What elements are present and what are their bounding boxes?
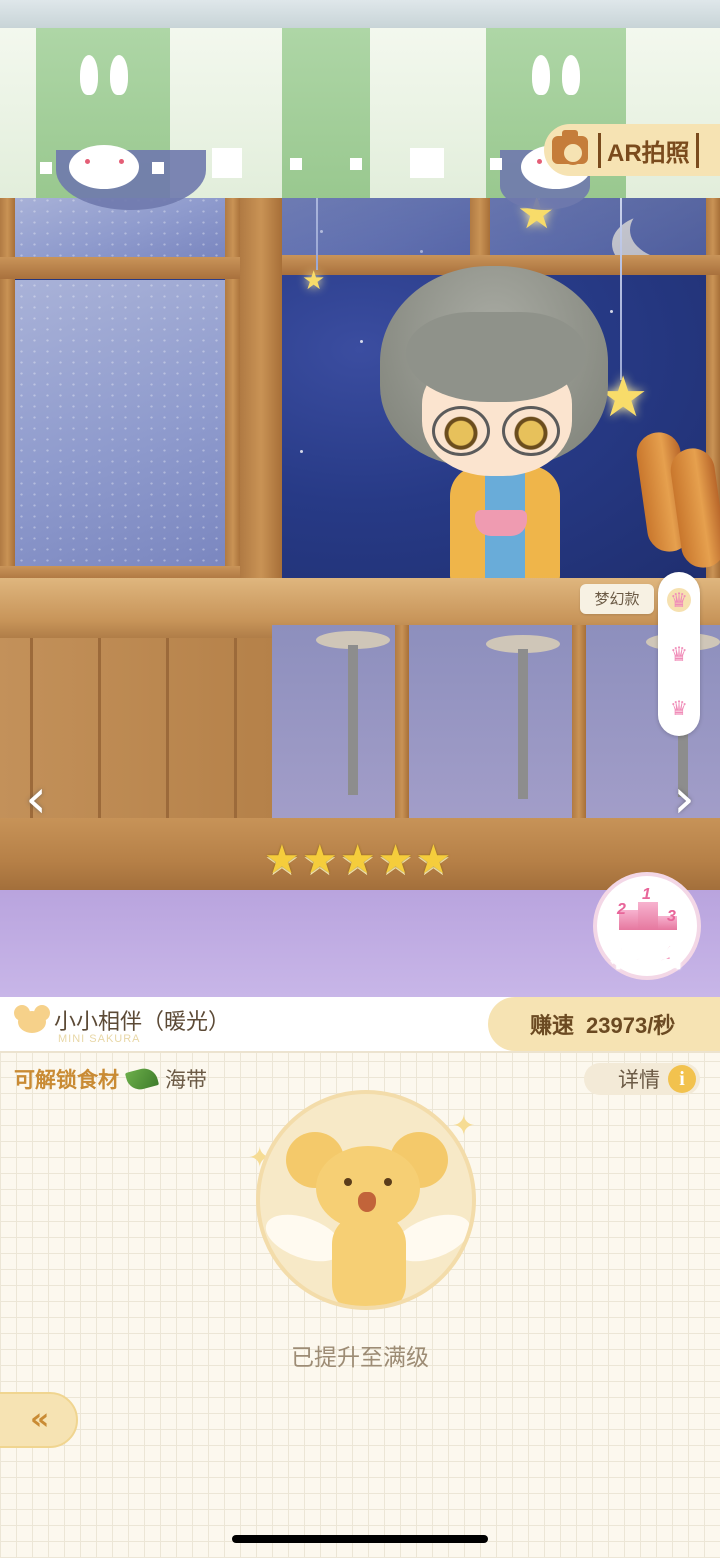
glasses bbox=[432, 406, 490, 456]
hanging-string bbox=[620, 180, 622, 380]
window-frame bbox=[0, 257, 240, 279]
home-indicator[interactable] bbox=[232, 1535, 488, 1543]
star-icon: ★ bbox=[264, 837, 300, 883]
back-button[interactable]: « bbox=[0, 1392, 78, 1448]
next-arrow-icon[interactable]: › bbox=[664, 770, 704, 828]
kero-head-icon bbox=[14, 1005, 50, 1033]
max-level-status: 已提升至满级 bbox=[291, 1345, 429, 1371]
star-icon: ★ bbox=[301, 837, 338, 883]
details-button[interactable]: 详情 i bbox=[584, 1063, 700, 1095]
lower-glass bbox=[272, 625, 720, 825]
leaderboard-button[interactable]: 2 1 3 看排名 bbox=[597, 876, 697, 976]
style-tag: 梦幻款 bbox=[580, 584, 654, 614]
character-name: 小小相伴（暖光） bbox=[54, 1010, 231, 1035]
bunny-icon bbox=[64, 55, 144, 189]
crown-icon-style-3[interactable]: ♛ bbox=[667, 696, 691, 720]
camera-icon bbox=[552, 130, 588, 165]
unlock-label: 可解锁食材 bbox=[14, 1068, 119, 1092]
character-subtitle: MINI SAKURA bbox=[58, 1033, 141, 1045]
cup-icon bbox=[475, 510, 527, 536]
style-selector: ♛ ♛ ♛ bbox=[658, 572, 700, 736]
earn-speed-label: 赚速 bbox=[530, 1014, 575, 1039]
window-pane bbox=[15, 280, 225, 570]
window-frame bbox=[225, 190, 241, 590]
prev-arrow-icon[interactable]: ‹ bbox=[16, 770, 56, 828]
earn-speed-value: 23973/秒 bbox=[586, 1013, 676, 1038]
bunny-icon bbox=[516, 55, 596, 189]
window-frame bbox=[470, 190, 490, 260]
crown-icon-style-2[interactable]: ♛ bbox=[667, 642, 691, 666]
star-decoration: ★ bbox=[302, 266, 326, 296]
star-rating: ★ ★ ★ ★ ★ bbox=[264, 840, 451, 880]
ar-photo-button[interactable]: AR拍照 bbox=[544, 124, 720, 176]
back-arrow-icon: « bbox=[30, 1402, 50, 1437]
leaderboard-label: 看排名 bbox=[611, 944, 684, 973]
game-scene: ★ ★ ★ AR拍照 梦幻款 ♛ ♛ ♛ ‹ › ★ ★ ★ ★ ★ 2 1 3… bbox=[0, 0, 720, 997]
info-icon: i bbox=[668, 1065, 696, 1093]
details-label: 详情 bbox=[618, 1068, 660, 1092]
star-icon: ★ bbox=[377, 837, 414, 883]
star-icon: ★ bbox=[415, 837, 452, 883]
character-medal bbox=[256, 1090, 476, 1310]
window-pane bbox=[282, 195, 470, 257]
crown-icon-style-1[interactable]: ♛ bbox=[667, 588, 691, 612]
glasses bbox=[502, 406, 560, 456]
window-frame bbox=[0, 190, 15, 590]
star-icon: ★ bbox=[339, 837, 376, 883]
ar-photo-label: AR拍照 bbox=[598, 132, 699, 168]
earn-speed: 赚速 23973/秒 bbox=[488, 997, 720, 1051]
unlock-row: 可解锁食材 海带 bbox=[14, 1064, 207, 1094]
seaweed-icon bbox=[124, 1065, 160, 1093]
ingredient-name: 海带 bbox=[165, 1068, 207, 1092]
